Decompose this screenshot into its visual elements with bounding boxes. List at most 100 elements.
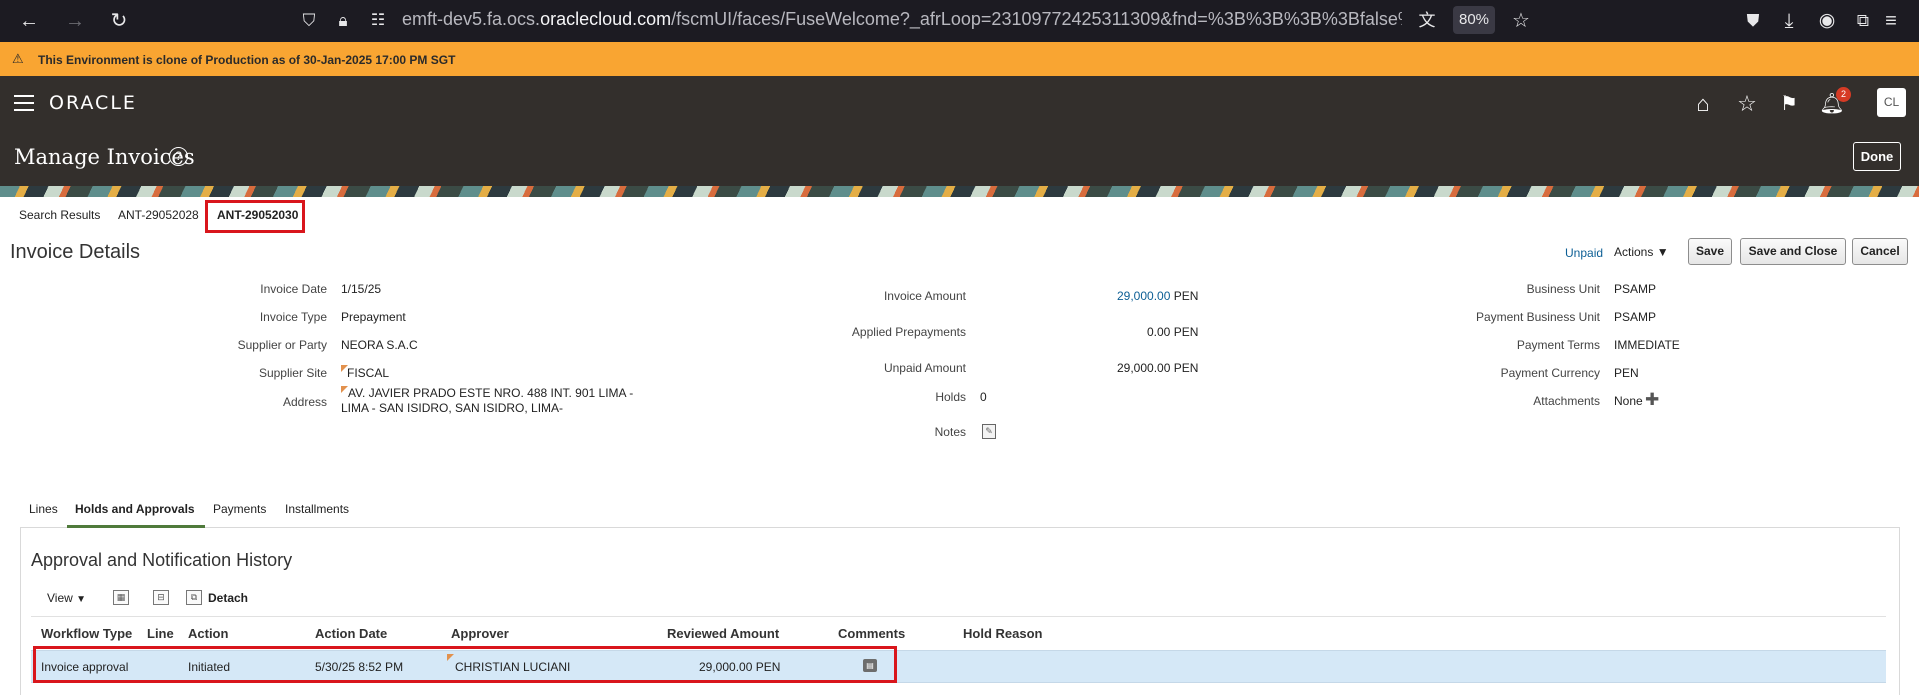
business-unit-label: Business Unit (1526, 282, 1600, 296)
decorative-banner-strip (0, 186, 1919, 197)
environment-banner: ⚠ This Environment is clone of Productio… (0, 42, 1919, 76)
reload-icon[interactable]: ↻ (107, 9, 131, 33)
attachments-value[interactable]: None (1614, 394, 1643, 408)
url-bar[interactable]: emft-dev5.fa.ocs.oraclecloud.com/fscmUI/… (402, 9, 1402, 30)
notification-count-badge: 2 (1836, 87, 1851, 102)
payment-terms-value[interactable]: IMMEDIATE (1614, 338, 1680, 352)
address-value[interactable]: AV. JAVIER PRADO ESTE NRO. 488 INT. 901 … (341, 386, 651, 416)
column-header-action[interactable]: Action (188, 626, 228, 641)
invoice-amount-label: Invoice Amount (883, 289, 966, 303)
invoice-date-label: Invoice Date (260, 282, 327, 296)
freeze-icon[interactable]: ⊟ (153, 590, 169, 605)
tab-installments[interactable]: Installments (285, 502, 349, 516)
supplier-site-value[interactable]: FISCAL (347, 366, 389, 380)
forward-arrow-icon[interactable]: → (63, 9, 87, 33)
detach-icon[interactable]: ⧉ (186, 590, 202, 605)
holds-value[interactable]: 0 (980, 390, 987, 404)
warning-icon: ⚠ (12, 51, 24, 66)
actions-menu[interactable]: Actions ▼ (1614, 245, 1669, 259)
tab-invoice-ant-29052028[interactable]: ANT-29052028 (118, 208, 199, 222)
user-avatar[interactable]: CL (1877, 88, 1906, 117)
tab-payments[interactable]: Payments (213, 502, 266, 516)
column-header-approver[interactable]: Approver (451, 626, 509, 641)
applied-prepayments-label: Applied Prepayments (851, 325, 966, 339)
column-header-line[interactable]: Line (147, 626, 174, 641)
favorites-star-icon[interactable]: ☆ (1733, 90, 1761, 118)
notes-label: Notes (934, 425, 966, 439)
page-title: Manage Invoices (14, 145, 195, 169)
actions-label: Actions (1614, 245, 1654, 259)
banner-text: This Environment is clone of Production … (38, 53, 456, 67)
column-header-hold-reason[interactable]: Hold Reason (963, 626, 1042, 641)
invoice-date-value[interactable]: 1/15/25 (341, 282, 381, 296)
supplier-value[interactable]: NEORA S.A.C (341, 338, 418, 352)
invoice-type-label: Invoice Type (259, 310, 327, 324)
cancel-button[interactable]: Cancel (1852, 238, 1908, 265)
unpaid-amount-label: Unpaid Amount (883, 361, 966, 375)
save-button[interactable]: Save (1688, 238, 1732, 265)
applied-prepayments-value: 0.00 PEN (1147, 325, 1199, 339)
menu-icon[interactable]: ≡ (1879, 9, 1903, 33)
view-menu[interactable]: View ▼ (47, 591, 86, 605)
invoice-amount-number[interactable]: 29,000.00 (1117, 289, 1170, 303)
attachments-label: Attachments (1533, 394, 1600, 408)
payment-business-unit-label: Payment Business Unit (1475, 310, 1600, 324)
payment-terms-label: Payment Terms (1516, 338, 1600, 352)
bookmark-star-icon[interactable]: ☆ (1509, 9, 1533, 33)
payment-currency-label: Payment Currency (1500, 366, 1600, 380)
column-header-comments[interactable]: Comments (838, 626, 905, 641)
column-header-action-date[interactable]: Action Date (315, 626, 387, 641)
url-suffix: /fscmUI/faces/FuseWelcome?_afrLoop=23109… (671, 9, 1402, 29)
url-prefix: emft-dev5.fa.ocs. (402, 9, 541, 29)
approval-history-title: Approval and Notification History (31, 550, 293, 570)
done-button[interactable]: Done (1853, 142, 1901, 171)
chevron-down-icon: ▼ (1656, 245, 1669, 259)
home-icon[interactable]: ⌂ (1689, 90, 1717, 118)
shield-icon[interactable]: ⛉ (297, 9, 321, 33)
invoice-status-link[interactable]: Unpaid (1565, 246, 1603, 260)
section-title: Invoice Details (10, 241, 141, 263)
columns-icon[interactable]: ▦ (113, 590, 129, 605)
translate-icon[interactable]: 文 (1415, 9, 1439, 33)
download-icon[interactable]: ⤓ (1777, 9, 1801, 33)
highlight-box-approval-row (33, 646, 897, 683)
add-attachment-plus-icon[interactable]: ✚ (1645, 390, 1659, 410)
app-header: ORACLE ⌂ ☆ ⚑ 🔔︎ 2 CL Manage Invoices ? D… (0, 76, 1919, 186)
lock-icon[interactable]: 🔒︎ (331, 9, 355, 33)
save-and-close-button[interactable]: Save and Close (1740, 238, 1846, 265)
site-settings-icon[interactable]: ☷ (366, 9, 390, 33)
payment-currency-value[interactable]: PEN (1614, 366, 1639, 380)
invoice-amount-value[interactable]: 29,000.00 PEN (1117, 289, 1198, 303)
tab-holds-and-approvals[interactable]: Holds and Approvals (75, 502, 195, 516)
notes-edit-icon[interactable]: ✎ (982, 424, 996, 439)
supplier-label: Supplier or Party (237, 338, 327, 352)
payment-business-unit-value[interactable]: PSAMP (1614, 310, 1656, 324)
unpaid-amount-value: 29,000.00 PEN (1117, 361, 1199, 375)
grid-toolbar-divider (31, 616, 1886, 617)
browser-toolbar: ← → ↻ ⛉ 🔒︎ ☷ emft-dev5.fa.ocs.oracleclou… (0, 0, 1919, 42)
supplier-site-label: Supplier Site (258, 366, 327, 380)
holds-label: Holds (935, 390, 966, 404)
back-arrow-icon[interactable]: ← (17, 9, 41, 33)
extensions-icon[interactable]: ⧉ (1851, 9, 1875, 33)
invoice-type-value[interactable]: Prepayment (341, 310, 406, 324)
zoom-level[interactable]: 80% (1453, 6, 1495, 34)
watchlist-flag-icon[interactable]: ⚑ (1775, 90, 1803, 118)
invoice-amount-currency: PEN (1173, 289, 1199, 303)
detach-button[interactable]: Detach (208, 591, 248, 605)
help-icon[interactable]: ? (169, 147, 188, 166)
account-icon[interactable]: ◉ (1815, 9, 1839, 33)
pocket-icon[interactable]: ⛊ (1741, 9, 1765, 33)
highlight-box-active-tab (205, 200, 305, 233)
column-header-reviewed-amount[interactable]: Reviewed Amount (667, 626, 779, 641)
oracle-logo[interactable]: ORACLE (49, 92, 137, 114)
chevron-down-icon: ▼ (76, 594, 87, 605)
url-domain: oraclecloud.com (540, 9, 672, 29)
column-header-workflow-type[interactable]: Workflow Type (41, 626, 132, 641)
view-label: View (47, 591, 73, 605)
navigator-menu-icon[interactable] (14, 95, 34, 111)
address-label: Address (282, 395, 327, 409)
business-unit-value[interactable]: PSAMP (1614, 282, 1656, 296)
tab-search-results[interactable]: Search Results (19, 208, 100, 222)
tab-lines[interactable]: Lines (29, 502, 58, 516)
